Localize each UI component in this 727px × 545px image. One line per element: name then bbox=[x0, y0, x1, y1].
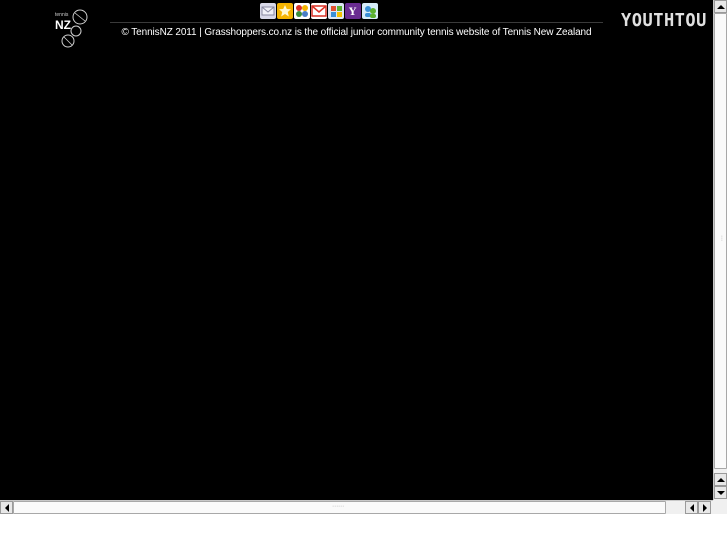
scroll-up-button-lower[interactable] bbox=[714, 473, 727, 486]
vertical-scroll-thumb[interactable]: ⋮⋮ bbox=[714, 13, 727, 469]
footer-divider bbox=[110, 22, 603, 23]
scroll-up-button[interactable] bbox=[714, 0, 727, 13]
grip-icon: ⋮⋮ bbox=[719, 235, 727, 242]
svg-text:NZ: NZ bbox=[55, 18, 71, 32]
google-bookmarks-share-icon[interactable] bbox=[294, 3, 310, 19]
scrollbar-corner bbox=[713, 500, 727, 514]
share-toolbar: Y bbox=[260, 3, 378, 19]
scroll-left-button-right[interactable] bbox=[685, 501, 698, 514]
email-share-icon[interactable] bbox=[260, 3, 276, 19]
arrow-left-icon bbox=[689, 503, 694, 512]
arrow-down-icon bbox=[716, 490, 725, 495]
copyright-text: © TennisNZ 2011 | Grasshoppers.co.nz is … bbox=[121, 27, 592, 38]
youthtou-banner[interactable]: YOUTHTOU bbox=[621, 11, 707, 32]
horizontal-scrollbar[interactable]: ⋯⋯ bbox=[0, 500, 713, 514]
arrow-right-icon bbox=[702, 503, 707, 512]
arrow-up-icon bbox=[716, 477, 725, 482]
grip-icon: ⋯⋯ bbox=[332, 503, 344, 510]
scroll-left-button[interactable] bbox=[0, 501, 13, 514]
horizontal-scroll-thumb[interactable]: ⋯⋯ bbox=[13, 501, 666, 514]
svg-text:Y: Y bbox=[348, 7, 357, 18]
arrow-up-icon bbox=[716, 4, 725, 9]
window-bottom-area bbox=[0, 514, 727, 545]
favorites-share-icon[interactable] bbox=[277, 3, 293, 19]
scroll-down-button[interactable] bbox=[714, 486, 727, 499]
tennis-nz-logo[interactable]: tennis NZ bbox=[52, 5, 92, 49]
yahoo-share-icon[interactable]: Y bbox=[345, 3, 361, 19]
vertical-scrollbar[interactable]: ⋮⋮ bbox=[713, 0, 727, 500]
scroll-right-button[interactable] bbox=[698, 501, 711, 514]
gmail-share-icon[interactable] bbox=[311, 3, 327, 19]
windows-live-share-icon[interactable] bbox=[328, 3, 344, 19]
messenger-share-icon[interactable] bbox=[362, 3, 378, 19]
page-viewport: tennis NZ Y © TennisNZ 2011 | Grasshoppe… bbox=[0, 0, 713, 500]
arrow-left-icon bbox=[4, 503, 9, 512]
